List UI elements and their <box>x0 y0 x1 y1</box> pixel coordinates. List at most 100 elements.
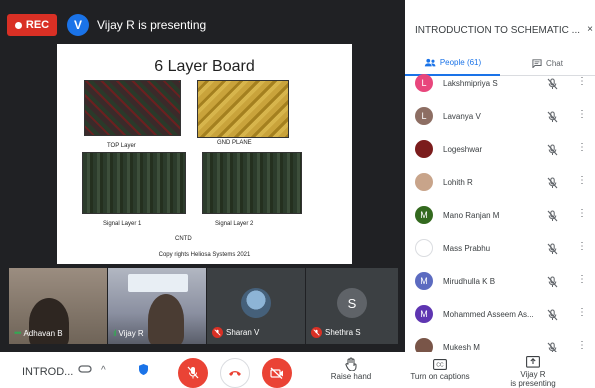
recording-badge: REC <box>7 14 57 36</box>
participant-row[interactable]: L Lakshmipriya S ⋮ <box>405 72 595 100</box>
pcb-signal-layer-1-image <box>82 152 186 214</box>
participant-avatar <box>415 173 433 191</box>
participant-avatar: M <box>415 272 433 290</box>
meeting-details-icon[interactable] <box>78 363 92 378</box>
mic-off-icon <box>547 275 558 293</box>
close-panel-button[interactable]: × <box>587 24 593 35</box>
participant-row[interactable]: M Mirudhulla K B ⋮ <box>405 265 595 298</box>
more-options-button[interactable]: ⋮ <box>577 241 587 252</box>
participant-name: Mohammed Asseem As... <box>443 310 534 319</box>
chevron-up-icon[interactable]: ^ <box>101 365 106 376</box>
tile-name-tag: Sharan V <box>212 327 259 338</box>
mic-off-icon <box>547 176 558 194</box>
more-options-button[interactable]: ⋮ <box>577 109 587 120</box>
recording-label: REC <box>25 19 50 31</box>
present-icon <box>498 354 568 370</box>
participant-tile-adhavan[interactable]: ••• Adhavan B <box>9 268 107 344</box>
mic-off-icon <box>547 308 558 326</box>
more-options-button[interactable]: ⋮ <box>577 142 587 153</box>
pcb-signal-layer-2-image <box>202 152 302 214</box>
participant-avatar <box>415 140 433 158</box>
record-dot-icon <box>14 21 22 29</box>
mic-off-icon <box>547 341 558 352</box>
participant-row[interactable]: Lohith R ⋮ <box>405 166 595 199</box>
pcb-top-layer-image <box>84 80 181 136</box>
background-banner <box>128 274 188 292</box>
participant-name: Lavanya V <box>443 112 481 121</box>
leave-call-button[interactable] <box>220 358 250 388</box>
participant-row[interactable]: M Mano Ranjan M ⋮ <box>405 199 595 232</box>
mic-off-icon <box>547 242 558 260</box>
pcb-gnd-plane-image <box>197 80 289 138</box>
meeting-name[interactable]: INTROD... <box>22 366 73 378</box>
mic-off-icon <box>212 327 223 338</box>
tile-name: Adhavan B <box>23 328 63 338</box>
participant-name: Logeshwar <box>443 145 483 154</box>
captions-button[interactable]: CC Turn on captions <box>405 356 475 381</box>
more-options-button[interactable]: ⋮ <box>577 208 587 219</box>
participant-tile-sharan[interactable]: Sharan V <box>207 268 305 344</box>
label-gnd-plane: GND PLANE <box>217 140 252 146</box>
participant-avatar <box>415 338 433 352</box>
tile-name-tag: ıl Vijay R <box>113 328 144 338</box>
hand-icon <box>316 356 386 372</box>
label-top-layer: TOP Layer <box>107 143 136 149</box>
captions-icon: CC <box>405 356 475 372</box>
participant-row[interactable]: Mukesh M ⋮ <box>405 331 595 352</box>
speaking-indicator-icon: ıl <box>113 328 116 338</box>
participant-avatar: M <box>415 305 433 323</box>
presenting-text: Vijay R is presenting <box>97 18 207 32</box>
mic-toggle-button[interactable] <box>178 358 208 388</box>
tile-name: Vijay R <box>118 328 144 338</box>
raise-hand-label: Raise hand <box>330 372 372 381</box>
mic-off-icon <box>547 209 558 227</box>
participant-name: Mukesh M <box>443 343 480 352</box>
tile-name-tag: Shethra S <box>311 327 361 338</box>
shared-slide: 6 Layer Board TOP Layer GND PLANE Signal… <box>57 44 352 264</box>
participant-list: L Lakshmipriya S ⋮ L Lavanya V ⋮ Logeshwar ⋮ Loh… <box>405 72 595 352</box>
more-options-button[interactable]: ⋮ <box>577 76 587 87</box>
participant-avatar <box>415 239 433 257</box>
camera-toggle-button[interactable] <box>262 358 292 388</box>
participant-tile-vijay[interactable]: ıl Vijay R <box>108 268 206 344</box>
side-panel: INTRODUCTION TO SCHEMATIC ... × People (… <box>405 0 595 352</box>
participant-avatar: L <box>415 74 433 92</box>
participant-avatar: L <box>415 107 433 125</box>
presenter-avatar: V <box>67 14 89 36</box>
shield-icon[interactable] <box>138 363 149 379</box>
participant-row[interactable]: L Lavanya V ⋮ <box>405 100 595 133</box>
present-now-button[interactable]: Vijay R is presenting <box>498 354 568 388</box>
raise-hand-button[interactable]: Raise hand <box>316 356 386 381</box>
participant-row[interactable]: Logeshwar ⋮ <box>405 133 595 166</box>
slide-copyright: Copy rights Heliosa Systems 2021 <box>158 252 251 258</box>
speaking-indicator-icon: ••• <box>14 328 22 338</box>
tile-name: Sharan V <box>226 328 260 337</box>
participant-row[interactable]: M Mohammed Asseem As... ⋮ <box>405 298 595 331</box>
label-cntd: CNTD <box>175 236 192 242</box>
slide-title: 6 Layer Board <box>154 58 255 75</box>
participant-avatar <box>241 288 271 318</box>
participant-tile-shethra[interactable]: S Shethra S <box>306 268 398 344</box>
more-options-button[interactable]: ⋮ <box>577 307 587 318</box>
bottom-toolbar: INTROD... ^ Raise hand CC Turn on captio… <box>0 352 595 388</box>
label-signal-layer-2: Signal Layer 2 <box>215 221 254 227</box>
mic-off-icon <box>547 77 558 95</box>
camera-person <box>148 294 184 344</box>
participant-row[interactable]: Mass Prabhu ⋮ <box>405 232 595 265</box>
tile-name-tag: ••• Adhavan B <box>14 328 63 338</box>
participant-name: Mano Ranjan M <box>443 211 500 220</box>
participant-name: Mirudhulla K B <box>443 277 496 286</box>
mic-off-icon <box>311 327 322 338</box>
more-options-button[interactable]: ⋮ <box>577 340 587 351</box>
mic-off-icon <box>547 110 558 128</box>
participant-name: Mass Prabhu <box>443 244 491 253</box>
more-options-button[interactable]: ⋮ <box>577 175 587 186</box>
captions-label: Turn on captions <box>410 372 470 381</box>
end-call-icon <box>229 371 241 376</box>
participant-avatar: M <box>415 206 433 224</box>
more-options-button[interactable]: ⋮ <box>577 274 587 285</box>
present-label-line2: is presenting <box>510 379 556 388</box>
svg-text:CC: CC <box>436 362 444 368</box>
label-signal-layer-1: Signal Layer 1 <box>103 221 142 227</box>
mic-off-icon <box>187 366 199 379</box>
